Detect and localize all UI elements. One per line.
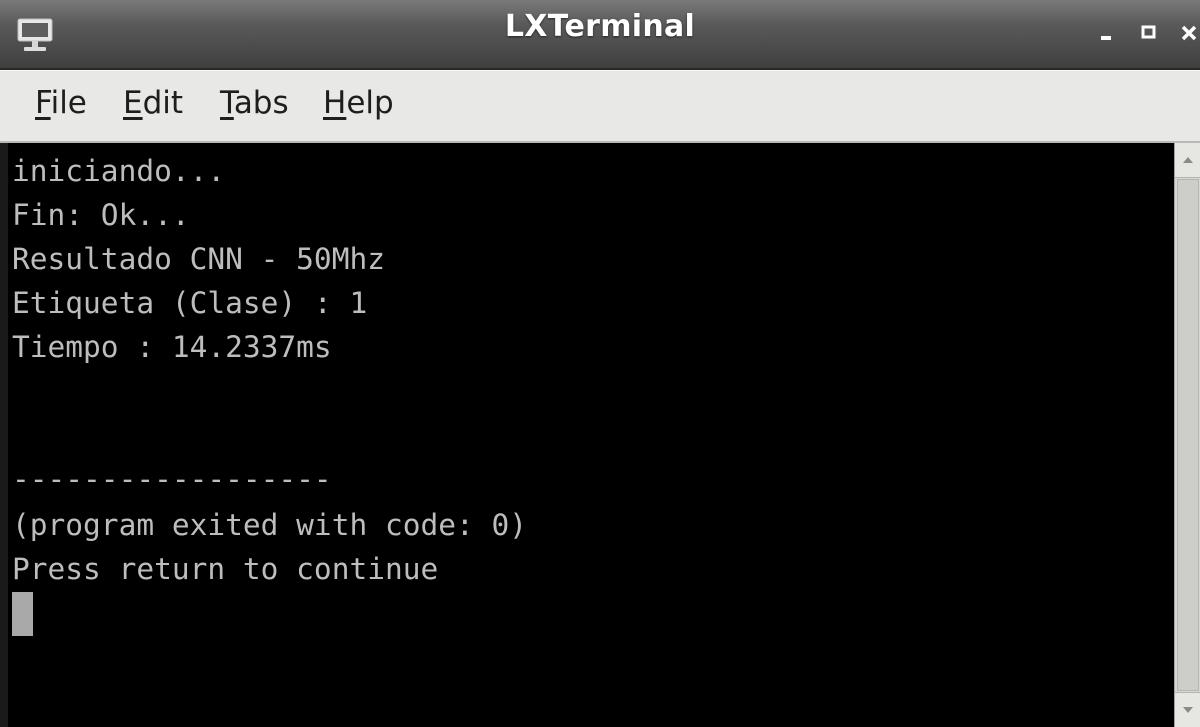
- title-bar[interactable]: LXTerminal: [0, 0, 1200, 70]
- menu-file[interactable]: File: [35, 85, 87, 121]
- menu-tabs-label: abs: [233, 85, 289, 121]
- menu-tabs[interactable]: Tabs: [220, 85, 289, 121]
- window-left-edge: [0, 143, 8, 727]
- terminal-window: LXTerminal File Edit Tabs Help iniciando…: [0, 0, 1200, 727]
- terminal-line-5: Tiempo : 14.2337ms: [12, 330, 332, 364]
- menu-edit[interactable]: Edit: [123, 85, 183, 121]
- terminal-exit-line: (program exited with code: 0): [12, 508, 528, 542]
- terminal-separator: ------------------: [12, 462, 332, 496]
- menu-file-accel: F: [35, 85, 51, 121]
- terminal-line-4: Etiqueta (Clase) : 1: [12, 286, 368, 320]
- terminal-output[interactable]: iniciando... Fin: Ok... Resultado CNN - …: [8, 143, 1174, 727]
- terminal-line-2: Fin: Ok...: [12, 198, 190, 232]
- menu-tabs-accel: T: [220, 85, 234, 121]
- scrollbar-thumb[interactable]: [1177, 179, 1199, 691]
- window-title: LXTerminal: [504, 9, 696, 44]
- scroll-up-arrow-icon[interactable]: [1175, 143, 1200, 178]
- menu-help[interactable]: Help: [323, 85, 394, 121]
- terminal-line-3: Resultado CNN - 50Mhz: [12, 242, 385, 276]
- terminal-prompt-line: Press return to continue: [12, 552, 439, 586]
- scroll-down-arrow-icon[interactable]: [1175, 692, 1200, 727]
- menu-file-label: ile: [50, 85, 87, 121]
- menu-help-label: elp: [346, 85, 394, 121]
- close-icon[interactable]: [1180, 22, 1200, 44]
- terminal-line-1: iniciando...: [12, 154, 226, 188]
- maximize-icon[interactable]: [1140, 22, 1160, 44]
- vertical-scrollbar[interactable]: [1174, 143, 1200, 727]
- menu-bar: File Edit Tabs Help: [0, 70, 1200, 143]
- menu-edit-accel: E: [123, 85, 143, 121]
- minimize-icon[interactable]: [1097, 22, 1117, 44]
- menu-edit-label: dit: [142, 85, 184, 121]
- text-cursor: [12, 592, 33, 636]
- menu-help-accel: H: [323, 85, 347, 121]
